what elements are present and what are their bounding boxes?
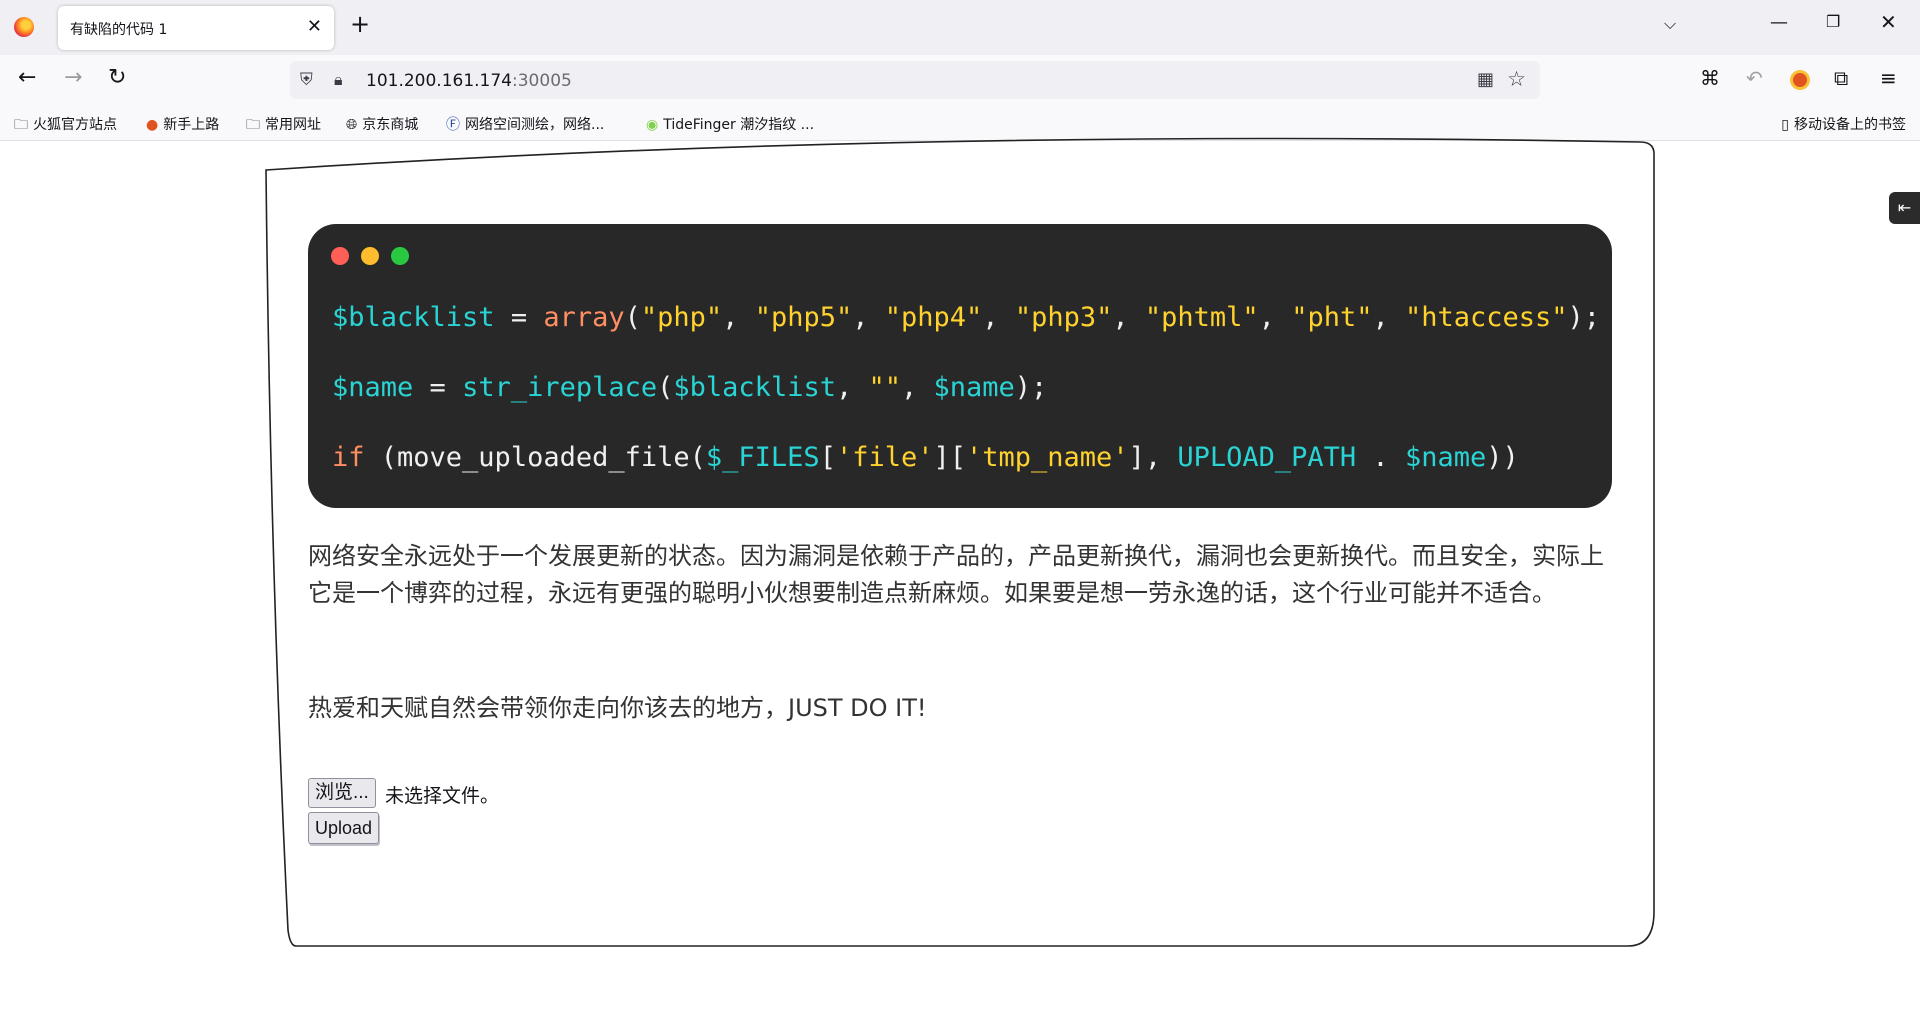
- code-line-3: if (move_uploaded_file($_FILES['file']['…: [332, 442, 1519, 473]
- code-token: $blacklist: [673, 372, 836, 403]
- code-token: "php": [640, 302, 723, 333]
- code-token: "pht": [1291, 302, 1373, 333]
- code-token: $name: [1404, 442, 1487, 473]
- card-border: [265, 137, 1655, 947]
- code-token: array: [543, 302, 625, 333]
- code-token: "htaccess": [1404, 302, 1568, 333]
- motto-paragraph: 热爱和天赋自然会带领你走向你该去的地方，JUST DO IT!: [308, 694, 927, 722]
- code-token: "php5": [754, 302, 853, 333]
- upload-button[interactable]: Upload: [308, 812, 380, 844]
- code-line-2: $name = str_ireplace($blacklist, "", $na…: [332, 372, 1047, 403]
- code-token: "php4": [884, 302, 983, 333]
- code-window: $blacklist = array("php", "php5", "php4"…: [308, 224, 1612, 508]
- code-token: "php3": [1014, 302, 1113, 333]
- red-dot-icon: [331, 247, 349, 265]
- code-token: ],: [1128, 442, 1178, 473]
- code-token: ,: [1112, 302, 1145, 333]
- code-token: ,: [1372, 302, 1405, 333]
- file-status-text: 未选择文件。: [385, 785, 500, 807]
- code-token: $name: [332, 372, 414, 403]
- code-token: =: [494, 302, 544, 333]
- code-token: if: [332, 442, 365, 473]
- code-token: "": [868, 372, 901, 403]
- code-token: [: [819, 442, 836, 473]
- code-token: ,: [852, 302, 885, 333]
- code-token: ,: [835, 372, 869, 403]
- code-token: ,: [901, 372, 934, 403]
- code-token: $name: [933, 372, 1015, 403]
- code-token: ][: [933, 442, 967, 473]
- green-dot-icon: [391, 247, 409, 265]
- code-line-1: $blacklist = array("php", "php5", "php4"…: [332, 302, 1600, 333]
- code-token: ,: [722, 302, 755, 333]
- code-token: $blacklist: [332, 302, 495, 333]
- code-token: 'tmp_name': [966, 442, 1129, 473]
- code-token: );: [1014, 372, 1048, 403]
- sidebar-toggle-button[interactable]: ⇤: [1889, 192, 1920, 224]
- code-token: (: [624, 302, 641, 333]
- yellow-dot-icon: [361, 247, 379, 265]
- code-token: ,: [1258, 302, 1292, 333]
- code-token: )): [1486, 442, 1519, 473]
- intro-paragraph: 网络安全永远处于一个发展更新的状态。因为漏洞是依赖于产品的，产品更新换代，漏洞也…: [308, 542, 1604, 607]
- code-token: (move_uploaded_file(: [364, 442, 706, 473]
- code-token: .: [1356, 442, 1405, 473]
- browse-file-button[interactable]: 浏览...: [308, 778, 376, 808]
- code-token: (: [657, 372, 674, 403]
- code-token: str_ireplace: [462, 372, 658, 403]
- code-token: =: [413, 372, 463, 403]
- code-token: 'file': [835, 442, 934, 473]
- code-token: "phtml": [1144, 302, 1259, 333]
- code-token: UPLOAD_PATH: [1177, 442, 1357, 473]
- code-token: );: [1567, 302, 1601, 333]
- code-token: ,: [982, 302, 1015, 333]
- code-token: $_FILES: [705, 442, 820, 473]
